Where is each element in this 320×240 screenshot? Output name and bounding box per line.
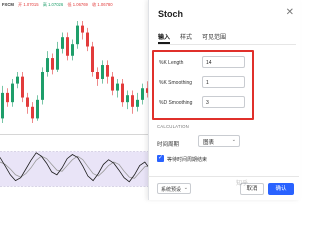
tab-visibility[interactable]: 可见范围 [202,32,226,41]
ok-button[interactable]: 确认 [268,183,294,195]
field-k-length: %K Length 14 [157,56,249,70]
watermark-text: 知乎 [236,181,249,187]
active-tab-indicator [158,42,170,44]
dialog-footer: 系统预设 ⌄ 取消 确认 [148,176,299,201]
dialog-title: Stoch [158,9,184,19]
defaults-dropdown[interactable]: 系统预设 ⌄ [157,183,191,194]
close-icon[interactable]: ✕ [286,7,294,18]
field-d-smoothing: %D Smoothing 3 [157,96,249,110]
timeframe-value: 图表 [203,140,215,146]
field-k-smoothing: %K Smoothing 1 [157,76,249,90]
defaults-label: 系统预设 [161,187,182,193]
timeframe-label: 时间周期 [157,142,180,148]
tab-inputs[interactable]: 输入 [158,32,170,41]
k-length-label: %K Length [159,60,184,66]
chevron-down-icon: ⌄ [231,137,236,143]
calculation-section-label: CALCULATION [157,124,189,129]
d-smoothing-label: %D Smoothing [159,100,193,106]
stoch-oscillator-pane [0,151,150,187]
oscillator-band [0,151,150,187]
k-smoothing-input[interactable]: 1 [202,76,245,88]
wait-timeframe-checkbox[interactable]: ✓ [157,155,164,162]
k-length-input[interactable]: 14 [202,56,245,68]
inputs-highlight-box: %K Length 14 %K Smoothing 1 %D Smoothing… [152,50,254,120]
chevron-down-icon: ⌄ [183,185,188,191]
price-chart-area[interactable]: FXCM 开 1.07015 高 1.07026 低 1.06769 收 1.0… [0,0,150,200]
dialog-tabs: 输入 样式 可见范围 [158,31,296,45]
k-smoothing-label: %K Smoothing [159,80,193,86]
d-smoothing-input[interactable]: 3 [202,96,245,108]
wait-timeframe-label: 等待时间周期结束 [167,157,208,163]
tab-style[interactable]: 样式 [180,32,192,41]
timeframe-select[interactable]: 图表 ⌄ [198,135,240,147]
